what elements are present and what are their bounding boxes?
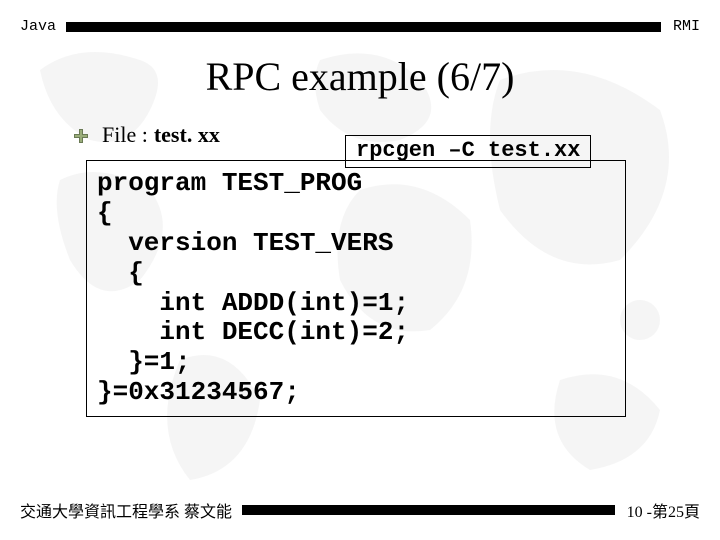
footer-left-text: 交通大學資訊工程學系 蔡文能 <box>20 498 232 522</box>
header-rule <box>66 22 661 32</box>
bullet-icon <box>72 126 90 144</box>
footer-page-number: 10 -第25頁 <box>627 498 700 522</box>
header-bar: Java RMI <box>0 0 720 35</box>
code-block: program TEST_PROG { version TEST_VERS { … <box>86 160 626 417</box>
command-box: rpcgen –C test.xx <box>345 135 591 168</box>
slide-title: RPC example (6/7) <box>0 53 720 100</box>
header-left-label: Java <box>20 18 56 35</box>
footer-rule <box>242 505 615 515</box>
file-label: File : <box>102 122 148 148</box>
header-right-label: RMI <box>673 18 700 35</box>
file-name: test. xx <box>154 122 220 148</box>
footer-bar: 交通大學資訊工程學系 蔡文能 10 -第25頁 <box>20 498 700 522</box>
